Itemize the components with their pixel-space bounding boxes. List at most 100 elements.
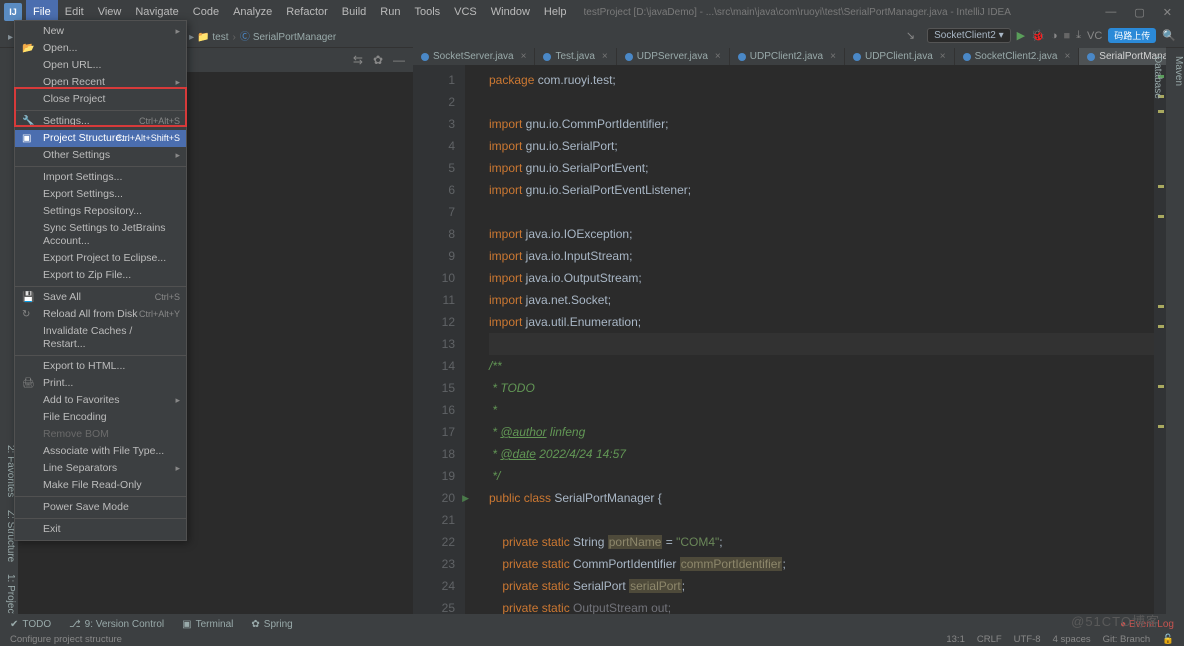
editor-tab[interactable]: UDPClient2.java×	[730, 48, 845, 65]
bottom-tool-spring[interactable]: ✿Spring	[251, 619, 292, 630]
menu-item-other-settings[interactable]: Other Settings▸	[15, 147, 186, 164]
code-line[interactable]: import java.io.InputStream;	[489, 245, 1154, 267]
toolwindow-tab[interactable]: 1: Project	[2, 574, 16, 616]
caret-position[interactable]: 13:1	[946, 634, 965, 645]
indent-status[interactable]: 4 spaces	[1053, 634, 1091, 645]
toolwindow-tab[interactable]: Maven	[1173, 56, 1184, 622]
code-line[interactable]: import gnu.io.SerialPort;	[489, 135, 1154, 157]
upload-cloud-badge[interactable]: 码路上传	[1108, 28, 1156, 43]
menu-item-new[interactable]: New▸	[15, 23, 186, 40]
add-config-icon[interactable]: ↘	[900, 28, 921, 43]
menu-item-settings-repository-[interactable]: Settings Repository...	[15, 203, 186, 220]
line-number-gutter: 1234567891011121314151617181920212223242…	[413, 65, 465, 622]
run-button[interactable]: ▶	[1017, 29, 1025, 42]
bottom-tool-terminal[interactable]: ▣Terminal	[182, 619, 233, 630]
menu-vcs[interactable]: VCS	[447, 0, 484, 24]
code-line[interactable]: import gnu.io.CommPortIdentifier;	[489, 113, 1154, 135]
code-line[interactable]: private static SerialPort serialPort;	[489, 575, 1154, 597]
code-line[interactable]: import java.io.OutputStream;	[489, 267, 1154, 289]
expand-icon[interactable]: ⇆	[353, 53, 363, 67]
code-line[interactable]: * @author linfeng	[489, 421, 1154, 443]
run-config-selector[interactable]: SocketClient2 ▾	[927, 28, 1011, 43]
menu-item-associate-with-file-type-[interactable]: Associate with File Type...	[15, 443, 186, 460]
code-line[interactable]: import java.util.Enumeration;	[489, 311, 1154, 333]
code-area[interactable]: package com.ruoyi.test; import gnu.io.Com…	[465, 65, 1154, 622]
bottom-tool-todo[interactable]: ✔TODO	[10, 619, 51, 630]
menu-window[interactable]: Window	[484, 0, 537, 24]
window-title: testProject [D:\javaDemo] - ...\src\main…	[584, 7, 1106, 18]
menu-item-export-settings-[interactable]: Export Settings...	[15, 186, 186, 203]
stop-button[interactable]: ■	[1063, 30, 1070, 42]
menu-item-file-encoding[interactable]: File Encoding	[15, 409, 186, 426]
menu-item-exit[interactable]: Exit	[15, 521, 186, 538]
editor-tab[interactable]: UDPServer.java×	[617, 48, 730, 65]
code-line[interactable]: /**	[489, 355, 1154, 377]
menu-item-make-file-read-only[interactable]: Make File Read-Only	[15, 477, 186, 494]
menu-item-import-settings-[interactable]: Import Settings...	[15, 169, 186, 186]
code-line[interactable]	[489, 509, 1154, 531]
code-line[interactable]: import gnu.io.SerialPortEvent;	[489, 157, 1154, 179]
code-line[interactable]	[489, 333, 1154, 355]
code-line[interactable]: private static String portName = "COM4";	[489, 531, 1154, 553]
code-line[interactable]: * @date 2022/4/24 14:57	[489, 443, 1154, 465]
code-line[interactable]	[489, 201, 1154, 223]
settings-icon[interactable]: ✿	[373, 53, 383, 67]
menu-item-save-all[interactable]: 💾Save AllCtrl+S	[15, 289, 186, 306]
run-coverage-icon[interactable]: ◑	[1051, 30, 1058, 42]
lock-icon[interactable]: 🔓	[1162, 634, 1174, 645]
menu-item-add-to-favorites[interactable]: Add to Favorites▸	[15, 392, 186, 409]
menu-item-project-structure-[interactable]: ▣Project Structure...Ctrl+Alt+Shift+S	[15, 130, 186, 147]
menu-item-invalidate-caches-restart-[interactable]: Invalidate Caches / Restart...	[15, 323, 186, 353]
editor: 1234567891011121314151617181920212223242…	[413, 65, 1166, 622]
menu-item-close-project[interactable]: Close Project	[15, 91, 186, 108]
menu-item-export-to-zip-file-[interactable]: Export to Zip File...	[15, 267, 186, 284]
right-toolwindow-bar: MavenDatabase	[1166, 48, 1184, 622]
file-encoding[interactable]: UTF-8	[1014, 634, 1041, 645]
menu-item-print-[interactable]: 🖨Print...	[15, 375, 186, 392]
code-line[interactable]: import gnu.io.SerialPortEventListener;	[489, 179, 1154, 201]
menu-item-reload-all-from-disk[interactable]: ↻Reload All from DiskCtrl+Alt+Y	[15, 306, 186, 323]
git-branch[interactable]: Git: Branch	[1103, 634, 1151, 645]
debug-button[interactable]: 🐞	[1031, 29, 1045, 42]
file-menu-dropdown: New▸📂Open...Open URL...Open Recent▸Close…	[14, 20, 187, 541]
close-button[interactable]: ✕	[1163, 6, 1172, 19]
editor-tab[interactable]: SocketClient2.java×	[955, 48, 1080, 65]
menu-refactor[interactable]: Refactor	[279, 0, 335, 24]
minimize-button[interactable]: —	[1105, 6, 1116, 19]
hide-icon[interactable]: —	[393, 53, 405, 67]
menu-item-sync-settings-to-jetbrains-account-[interactable]: Sync Settings to JetBrains Account...	[15, 220, 186, 250]
editor-tab[interactable]: Test.java×	[535, 48, 616, 65]
code-line[interactable]: */	[489, 465, 1154, 487]
code-line[interactable]: import java.net.Socket;	[489, 289, 1154, 311]
code-line[interactable]	[489, 91, 1154, 113]
bottom-tool--version-control[interactable]: ⎇9: Version Control	[69, 619, 164, 630]
code-line[interactable]: *	[489, 399, 1154, 421]
toolwindow-tab[interactable]: Database	[1152, 56, 1163, 622]
menu-item-open-url-[interactable]: Open URL...	[15, 57, 186, 74]
menu-run[interactable]: Run	[373, 0, 407, 24]
menu-tools[interactable]: Tools	[407, 0, 447, 24]
search-icon[interactable]: 🔍	[1162, 29, 1176, 42]
menu-code[interactable]: Code	[186, 0, 226, 24]
menu-item-export-project-to-eclipse-[interactable]: Export Project to Eclipse...	[15, 250, 186, 267]
menu-help[interactable]: Help	[537, 0, 574, 24]
menu-item-open-[interactable]: 📂Open...	[15, 40, 186, 57]
line-separator[interactable]: CRLF	[977, 634, 1002, 645]
code-line[interactable]: package com.ruoyi.test;	[489, 69, 1154, 91]
editor-tabs: SocketServer.java×Test.java×UDPServer.ja…	[413, 43, 1166, 65]
editor-tab[interactable]: SocketServer.java×	[413, 48, 535, 65]
menu-item-open-recent[interactable]: Open Recent▸	[15, 74, 186, 91]
menu-build[interactable]: Build	[335, 0, 373, 24]
menu-item-line-separators[interactable]: Line Separators▸	[15, 460, 186, 477]
maximize-button[interactable]: ▢	[1134, 6, 1144, 19]
editor-tab[interactable]: UDPClient.java×	[845, 48, 955, 65]
code-line[interactable]: * TODO	[489, 377, 1154, 399]
menu-item-export-to-html-[interactable]: Export to HTML...	[15, 358, 186, 375]
menu-analyze[interactable]: Analyze	[226, 0, 279, 24]
code-line[interactable]: import java.io.IOException;	[489, 223, 1154, 245]
code-line[interactable]: private static CommPortIdentifier commPo…	[489, 553, 1154, 575]
code-line[interactable]: public class SerialPortManager {	[489, 487, 1154, 509]
update-project-icon[interactable]: ⤓	[1076, 29, 1081, 42]
menu-item-power-save-mode[interactable]: Power Save Mode	[15, 499, 186, 516]
menu-item-settings-[interactable]: 🔧Settings...Ctrl+Alt+S	[15, 113, 186, 130]
